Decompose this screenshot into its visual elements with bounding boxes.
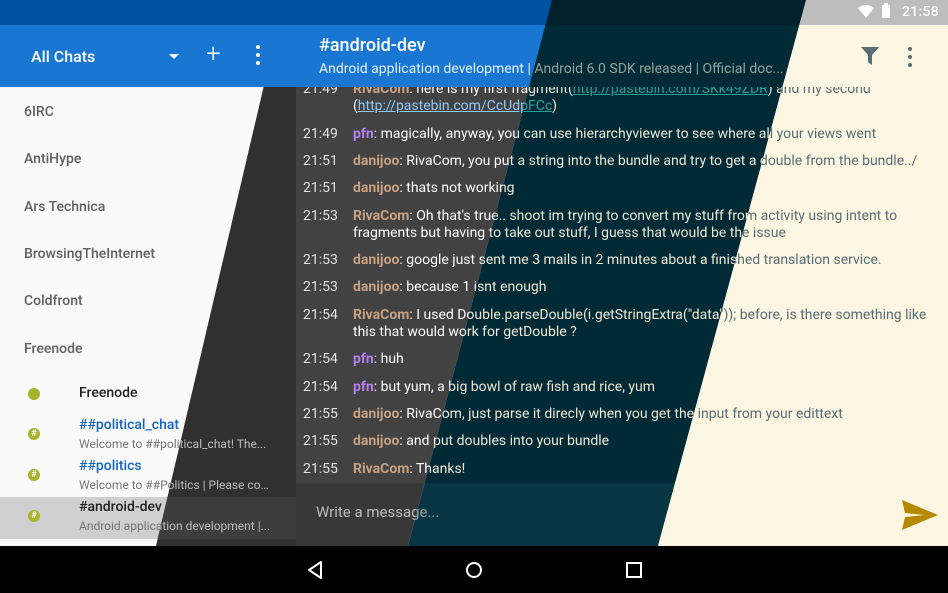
message-time: 21:53 <box>303 252 338 268</box>
sidebar-item-network[interactable]: AntiHype <box>24 151 81 167</box>
wifi-icon <box>858 5 874 18</box>
sidebar-item-network[interactable]: Freenode <box>24 341 82 357</box>
message-time: 21:54 <box>303 379 338 395</box>
sidebar-item-network[interactable]: BrowsingTheInternet <box>24 246 155 262</box>
message-time: 21:55 <box>303 461 338 477</box>
message-nick[interactable]: danijoo <box>353 433 399 449</box>
message-time: 21:54 <box>303 351 338 367</box>
chevron-down-icon[interactable] <box>169 54 179 59</box>
send-icon[interactable] <box>902 500 938 530</box>
channel-title: ##politics <box>79 458 142 474</box>
channel-title: Freenode <box>79 385 138 401</box>
message-text: ) <box>552 98 558 114</box>
message-text: huh <box>380 351 404 367</box>
message-nick[interactable]: danijoo <box>353 252 399 268</box>
sidebar-item-network[interactable]: Coldfront <box>24 293 83 309</box>
message-time: 21:51 <box>303 180 338 196</box>
message-nick[interactable]: RivaCom <box>353 208 409 224</box>
sidebar-item-network[interactable]: 6IRC <box>24 104 54 120</box>
message-nick[interactable]: danijoo <box>353 180 399 196</box>
message-time: 21:49 <box>303 87 338 97</box>
message-nick[interactable]: RivaCom <box>353 87 409 97</box>
plus-icon[interactable]: + <box>206 39 221 69</box>
message-time: 21:53 <box>303 279 338 295</box>
message-time: 21:49 <box>303 126 338 142</box>
channel-title: #android-dev <box>79 499 162 515</box>
message-nick[interactable]: RivaCom <box>353 307 409 323</box>
status-time: 21:58 <box>901 4 939 20</box>
sidebar-header: All Chats + <box>0 25 296 87</box>
hash-icon: # <box>28 469 40 481</box>
message-nick[interactable]: pfn <box>353 351 374 367</box>
filter-icon[interactable] <box>861 47 879 65</box>
channel-name: #android-dev <box>319 35 426 56</box>
all-chats-dropdown[interactable]: All Chats <box>31 47 95 66</box>
message-nick[interactable]: pfn <box>353 126 374 142</box>
message-nick[interactable]: danijoo <box>353 153 399 169</box>
message-nick[interactable]: danijoo <box>353 406 399 422</box>
message-nick[interactable]: pfn <box>353 379 374 395</box>
kebab-icon[interactable] <box>250 45 266 65</box>
recents-icon[interactable] <box>624 560 644 580</box>
message-link[interactable]: http://pastebin.com/SKk49ZDR <box>573 87 768 97</box>
battery-icon <box>882 3 890 18</box>
system-nav-bar <box>0 546 948 593</box>
message-nick[interactable]: danijoo <box>353 279 399 295</box>
message-time: 21:53 <box>303 208 338 224</box>
message-time: 21:55 <box>303 433 338 449</box>
hash-icon: # <box>28 510 40 522</box>
home-icon[interactable] <box>464 560 484 580</box>
message-text: thats not working <box>406 180 515 196</box>
status-dot-icon <box>28 388 40 400</box>
message-time: 21:54 <box>303 307 338 323</box>
sidebar-item-network[interactable]: Ars Technica <box>24 199 105 215</box>
kebab-icon[interactable] <box>902 47 918 67</box>
message-time: 21:55 <box>303 406 338 422</box>
hash-icon: # <box>28 428 40 440</box>
message-time: 21:51 <box>303 153 338 169</box>
back-icon[interactable] <box>305 560 325 580</box>
message-nick[interactable]: RivaCom <box>353 461 409 477</box>
channel-title: ##political_chat <box>79 417 180 433</box>
